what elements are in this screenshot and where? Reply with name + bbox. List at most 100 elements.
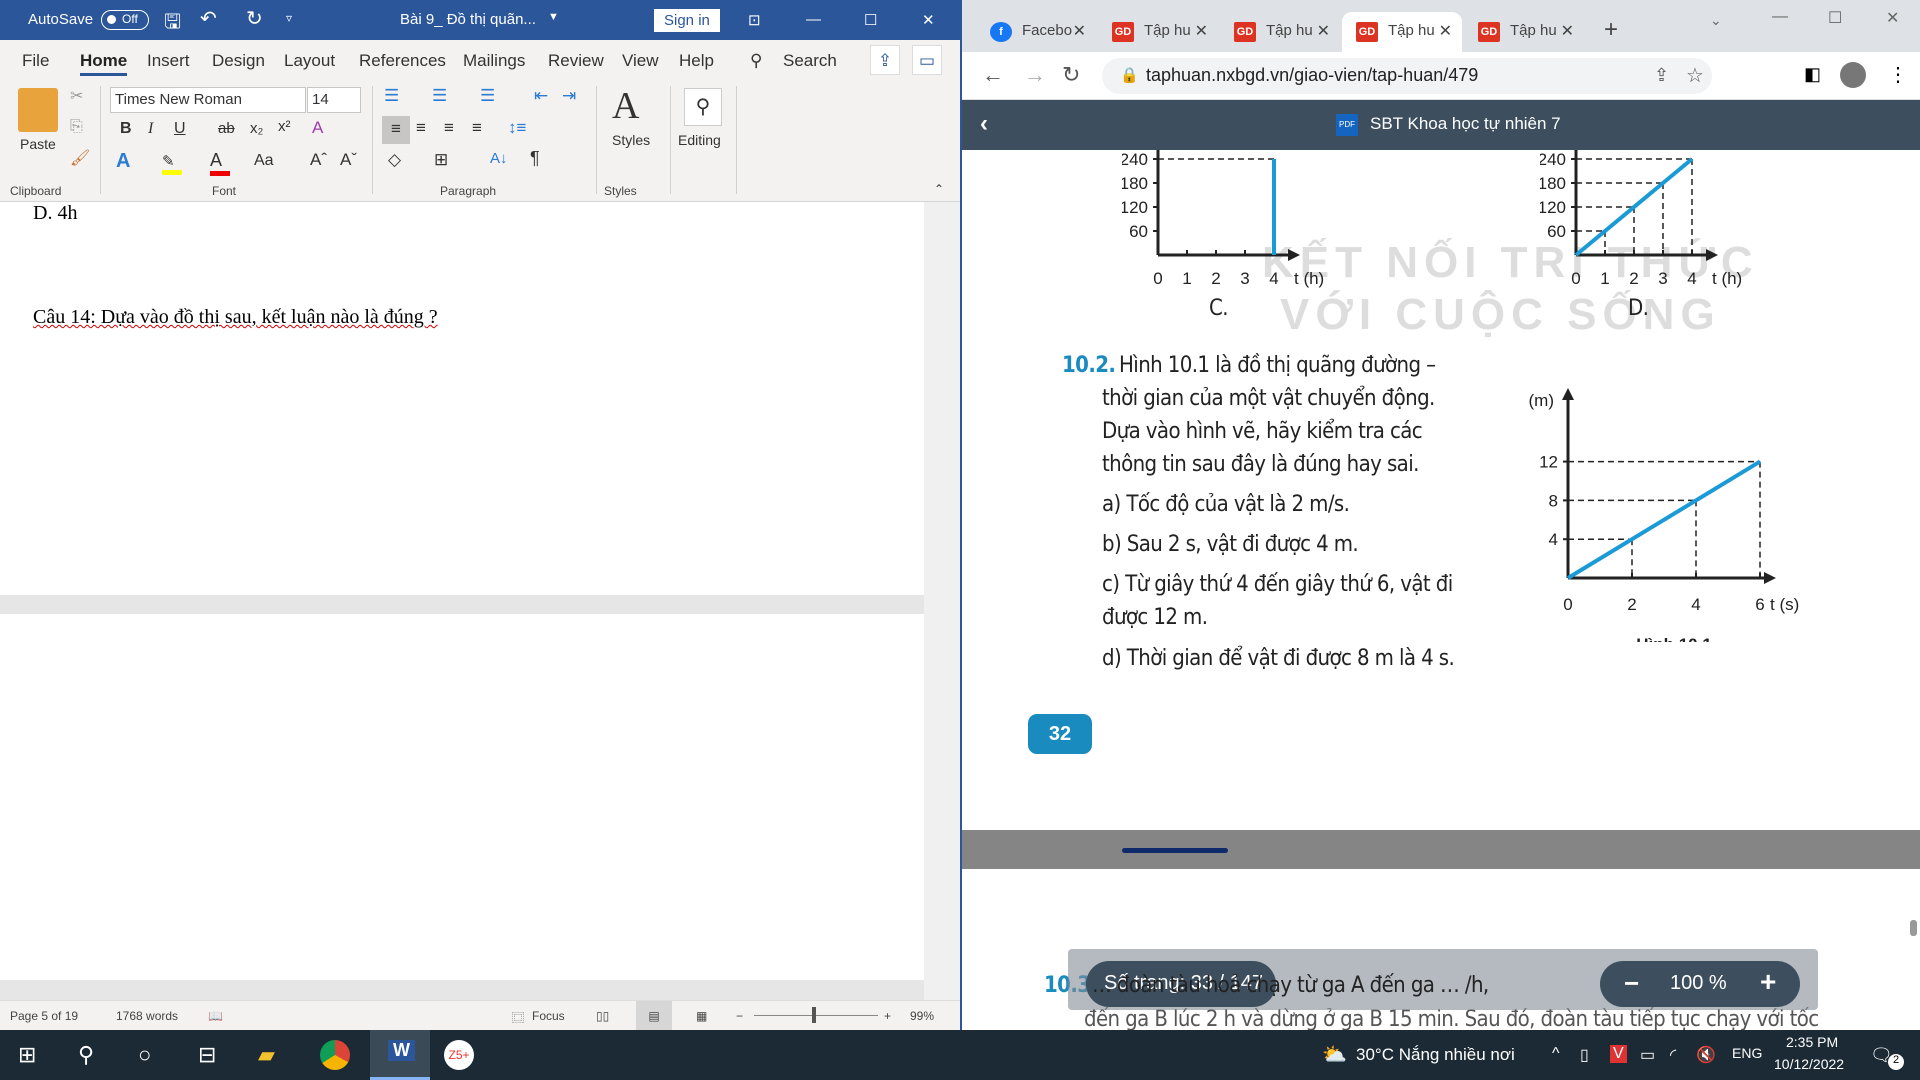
change-case-icon[interactable]: Aa [254, 152, 274, 170]
tab-review[interactable]: Review [548, 51, 604, 71]
align-left-button[interactable]: ≡ [382, 116, 410, 144]
browser-tab-active[interactable]: GD Tập hu ✕ [1342, 12, 1462, 52]
decrease-indent-icon[interactable]: ⇤ [534, 86, 548, 106]
show-hidden-icons[interactable]: ^ [1552, 1045, 1560, 1063]
tab-references[interactable]: References [359, 51, 446, 71]
side-panel-icon[interactable]: ◧ [1804, 64, 1821, 85]
underline-button[interactable]: U [174, 120, 186, 138]
cortana-icon[interactable]: ○ [138, 1042, 151, 1068]
forward-icon[interactable]: → [1024, 62, 1046, 88]
multilevel-list-icon[interactable]: ☰ [480, 86, 495, 106]
zoom-slider[interactable] [754, 1015, 878, 1016]
web-layout-icon[interactable]: ▦ [696, 1009, 707, 1023]
search-icon[interactable]: ⚲ [78, 1042, 94, 1068]
menu-icon[interactable]: ⋮ [1888, 62, 1908, 87]
browser-tab[interactable]: GD Tập hu ✕ [1464, 12, 1584, 52]
close-tab-icon[interactable]: ✕ [1073, 21, 1086, 41]
minimize-button[interactable]: — [1772, 8, 1788, 26]
show-marks-icon[interactable]: ¶ [530, 148, 540, 169]
profile-avatar[interactable] [1840, 62, 1866, 88]
zoom-level[interactable]: 99% [910, 1009, 934, 1023]
zalo-icon[interactable]: Z5+ [444, 1040, 474, 1070]
minimize-button[interactable]: — [806, 11, 821, 28]
tab-search-icon[interactable]: ⌄ [1710, 12, 1722, 29]
bookmark-star-icon[interactable]: ☆ [1686, 63, 1704, 88]
bullets-icon[interactable]: ☰ [384, 86, 399, 106]
windows-start-icon[interactable]: ⊞ [18, 1042, 36, 1068]
search-box[interactable]: Search [783, 51, 837, 71]
bold-button[interactable]: B [120, 120, 132, 138]
borders-icon[interactable]: ⊞ [434, 150, 448, 170]
superscript-button[interactable]: x² [278, 118, 291, 135]
close-tab-icon[interactable]: ✕ [1195, 21, 1208, 41]
shrink-font-icon[interactable]: Aˇ [340, 150, 357, 170]
align-right-button[interactable]: ≡ [444, 118, 454, 138]
autosave-toggle[interactable]: Off [101, 10, 149, 30]
find-icon[interactable]: ⚲ [684, 88, 722, 126]
italic-button[interactable]: I [148, 120, 153, 138]
align-center-button[interactable]: ≡ [416, 118, 426, 138]
page-count[interactable]: Page 5 of 19 [10, 1009, 78, 1023]
maximize-button[interactable]: ☐ [864, 11, 877, 29]
new-tab-button[interactable]: + [1604, 16, 1618, 44]
share-icon[interactable]: ⇪ [1654, 65, 1669, 86]
strikethrough-button[interactable]: ab [218, 120, 235, 137]
word-taskbar-button[interactable]: W [370, 1030, 430, 1080]
undo-icon[interactable]: ↶ [200, 6, 217, 31]
vietkey-icon[interactable]: V [1610, 1045, 1627, 1063]
focus-button[interactable]: Focus [532, 1009, 565, 1023]
comments-icon[interactable]: ▭ [912, 45, 942, 75]
close-button[interactable]: ✕ [922, 11, 935, 29]
zoom-out-button[interactable]: − [736, 1009, 743, 1023]
sign-in-button[interactable]: Sign in [654, 9, 720, 32]
zoom-out-button[interactable]: − [1624, 968, 1639, 999]
customize-qat-icon[interactable]: ▿ [286, 11, 292, 25]
read-mode-icon[interactable]: ▯▯ [596, 1009, 609, 1023]
back-chevron-icon[interactable]: ‹ [980, 110, 988, 138]
numbering-icon[interactable]: ☰ [432, 86, 447, 106]
tab-help[interactable]: Help [679, 51, 714, 71]
volume-icon[interactable]: 🔇 [1696, 1045, 1716, 1065]
reload-icon[interactable]: ↻ [1062, 62, 1080, 88]
proofing-icon[interactable]: 📖 [208, 1009, 223, 1023]
tab-mailings[interactable]: Mailings [463, 51, 525, 71]
browser-tab[interactable]: f Facebo ✕ [976, 12, 1096, 52]
url-input[interactable]: 🔒 taphuan.nxbgd.vn/giao-vien/tap-huan/479… [1102, 58, 1712, 94]
ribbon-display-icon[interactable]: ⊡ [748, 11, 761, 29]
file-explorer-icon[interactable]: ▰ [258, 1042, 275, 1068]
font-color-icon[interactable]: A [210, 150, 230, 176]
paste-icon[interactable] [18, 88, 58, 132]
highlight-icon[interactable]: ✎ [162, 152, 182, 175]
line-spacing-icon[interactable]: ↕≡ [508, 118, 526, 138]
grow-font-icon[interactable]: Aˆ [310, 150, 327, 170]
close-button[interactable]: ✕ [1886, 8, 1899, 28]
format-painter-icon[interactable]: 🖌 [70, 148, 90, 168]
close-tab-icon[interactable]: ✕ [1561, 21, 1574, 41]
font-name-box[interactable]: Times New Roman [110, 87, 306, 113]
justify-button[interactable]: ≡ [472, 118, 482, 138]
meet-icon[interactable]: ▯ [1580, 1045, 1589, 1065]
document-page-next[interactable] [0, 614, 924, 980]
tab-design[interactable]: Design [212, 51, 265, 71]
task-view-icon[interactable]: ⊟ [198, 1042, 216, 1068]
word-count[interactable]: 1768 words [116, 1009, 178, 1023]
tab-layout[interactable]: Layout [284, 51, 335, 71]
share-icon[interactable]: ⇪ [870, 45, 900, 75]
tab-file[interactable]: File [22, 51, 49, 71]
paste-button[interactable]: Paste [20, 136, 56, 152]
save-icon[interactable]: 🖫 [164, 7, 181, 41]
subscript-button[interactable]: x₂ [250, 120, 263, 137]
clear-formatting-icon[interactable]: A [312, 118, 323, 138]
editing-button[interactable]: Editing [678, 132, 721, 148]
title-dropdown-icon[interactable]: ▼ [548, 11, 559, 23]
sort-icon[interactable]: A↓ [490, 150, 508, 167]
vertical-scrollbar[interactable] [924, 202, 960, 1000]
maximize-button[interactable]: ☐ [1828, 8, 1842, 28]
chrome-icon[interactable] [320, 1040, 350, 1070]
battery-icon[interactable]: ▭ [1640, 1045, 1655, 1065]
document-title[interactable]: Bài 9_ Đồ thị quãn... [400, 11, 536, 28]
language-indicator[interactable]: ENG [1732, 1045, 1762, 1061]
browser-tab[interactable]: GD Tập hu ✕ [1220, 12, 1340, 52]
text-effects-icon[interactable]: A [116, 150, 130, 173]
back-icon[interactable]: ← [982, 62, 1004, 88]
